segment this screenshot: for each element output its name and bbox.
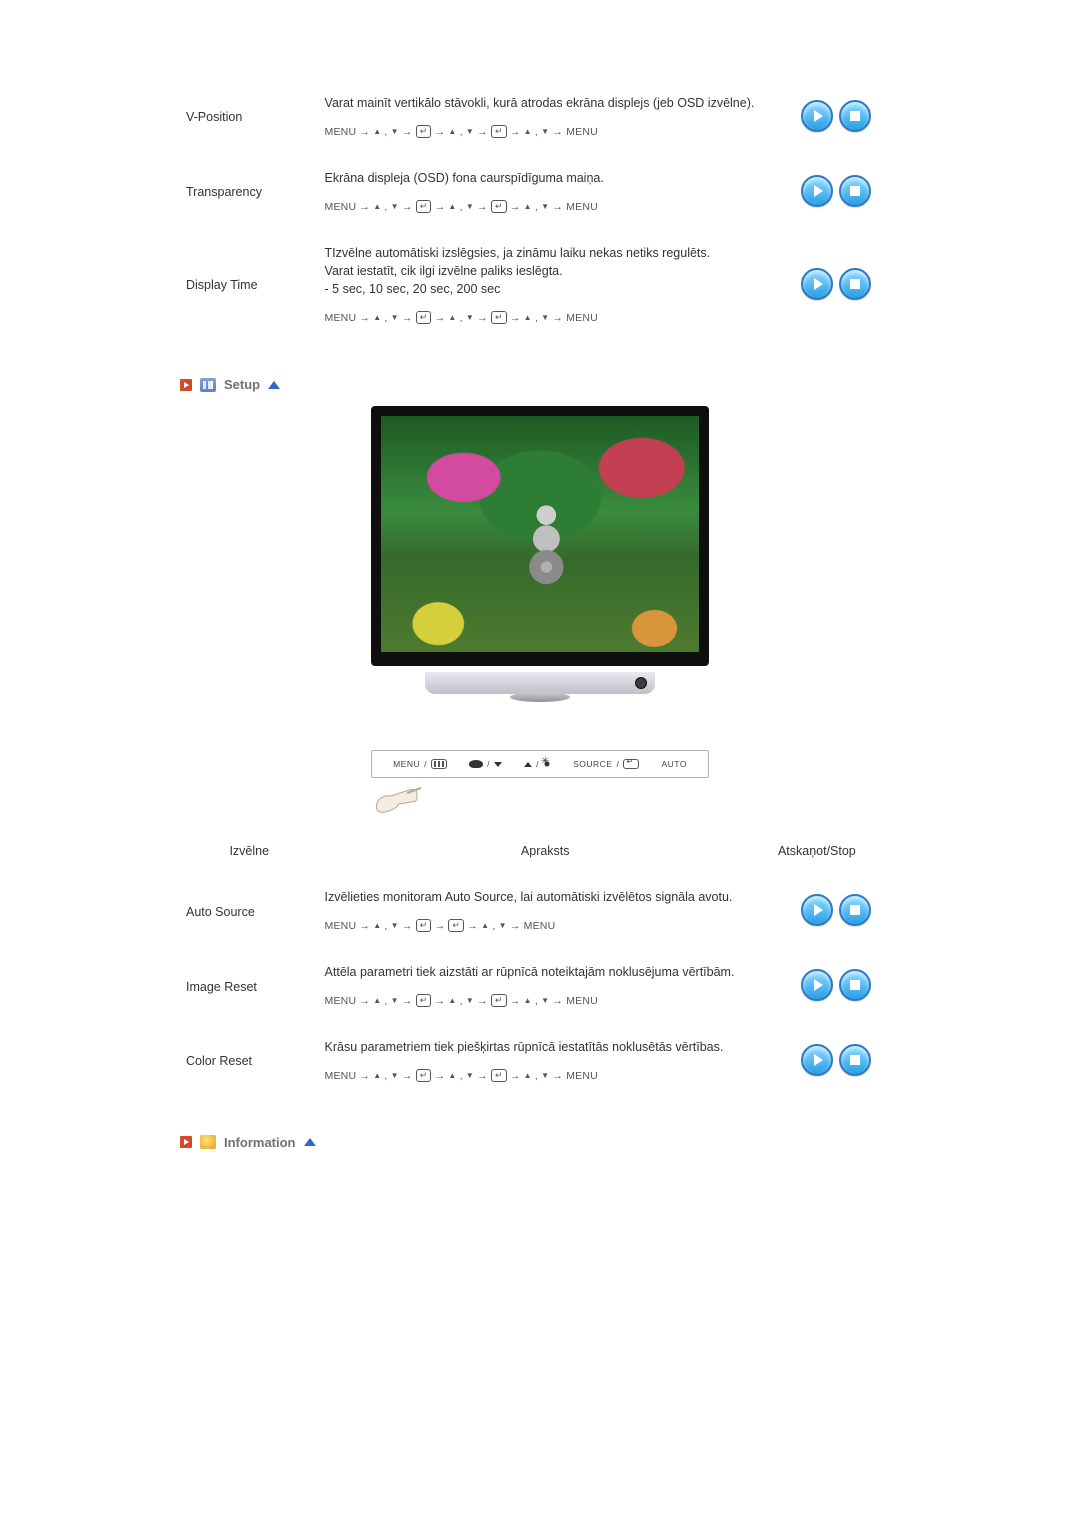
setting-row: V-Position Varat mainīt vertikālo stāvok… xyxy=(180,80,900,155)
setting-description: Izvēlieties monitoram Auto Source, lai a… xyxy=(319,874,772,949)
setting-description: Ekrāna displeja (OSD) fona caurspīdīguma… xyxy=(319,155,772,230)
pointing-hand-icon xyxy=(371,780,431,816)
play-button[interactable] xyxy=(801,894,833,926)
enter-icon xyxy=(623,759,639,769)
stop-button[interactable] xyxy=(839,100,871,132)
panel-menu[interactable]: MENU / xyxy=(393,759,447,769)
stop-button[interactable] xyxy=(839,268,871,300)
setting-description: TIzvēlne automātiski izslēgsies, ja zinā… xyxy=(319,230,772,341)
table-header-row: Izvēlne Apraksts Atskaņot/Stop xyxy=(180,828,900,874)
header-action: Atskaņot/Stop xyxy=(772,828,900,874)
osd-settings-table: V-Position Varat mainīt vertikālo stāvok… xyxy=(180,80,900,341)
bullet-icon xyxy=(180,379,192,391)
stop-button[interactable] xyxy=(839,969,871,1001)
play-button[interactable] xyxy=(801,175,833,207)
stop-button[interactable] xyxy=(839,1044,871,1076)
menu-path: MENU → ▲ , ▼ → ↵ → ↵ → ▲ , ▼ → MENU xyxy=(325,918,766,935)
triangle-down-icon xyxy=(494,762,502,767)
panel-contrast[interactable]: / xyxy=(469,759,502,769)
setting-row: Image Reset Attēla parametri tiek aizstā… xyxy=(180,949,900,1024)
menu-path: MENU → ▲ , ▼ → ↵ → ▲ , ▼ → ↵ → ▲ , ▼ → M… xyxy=(325,199,766,216)
setting-description: Krāsu parametriem tiek piešķirtas rūpnīc… xyxy=(319,1024,772,1099)
control-panel: MENU / / / SOURCE / AUTO xyxy=(371,750,709,778)
setting-description: Varat mainīt vertikālo stāvokli, kurā at… xyxy=(319,80,772,155)
setting-description: Attēla parametri tiek aizstāti ar rūpnīc… xyxy=(319,949,772,1024)
brightness-icon xyxy=(543,760,551,768)
setting-row: Auto Source Izvēlieties monitoram Auto S… xyxy=(180,874,900,949)
monitor-stand xyxy=(371,672,709,708)
setting-row: Color Reset Krāsu parametriem tiek piešķ… xyxy=(180,1024,900,1099)
setting-name: Transparency xyxy=(180,155,319,230)
setup-icon xyxy=(200,378,216,392)
triangle-up-icon xyxy=(524,762,532,767)
section-title: Setup xyxy=(224,377,260,392)
setting-name: V-Position xyxy=(180,80,319,155)
panel-auto[interactable]: AUTO xyxy=(661,759,686,769)
cloud-icon xyxy=(469,760,483,768)
play-button[interactable] xyxy=(801,1044,833,1076)
setting-name: Image Reset xyxy=(180,949,319,1024)
setting-name: Display Time xyxy=(180,230,319,341)
monitor-preview xyxy=(371,406,709,666)
header-menu: Izvēlne xyxy=(180,828,319,874)
setting-row: Display Time TIzvēlne automātiski izslēg… xyxy=(180,230,900,341)
menu-path: MENU → ▲ , ▼ → ↵ → ▲ , ▼ → ↵ → ▲ , ▼ → M… xyxy=(325,1068,766,1085)
play-button[interactable] xyxy=(801,268,833,300)
panel-brightness[interactable]: / xyxy=(524,759,551,769)
menu-path: MENU → ▲ , ▼ → ↵ → ▲ , ▼ → ↵ → ▲ , ▼ → M… xyxy=(325,310,766,327)
setting-name: Color Reset xyxy=(180,1024,319,1099)
menu-icon xyxy=(431,759,447,769)
setting-name: Auto Source xyxy=(180,874,319,949)
stop-button[interactable] xyxy=(839,175,871,207)
section-title: Information xyxy=(224,1135,296,1150)
collapse-arrow-icon[interactable] xyxy=(268,381,280,389)
panel-source[interactable]: SOURCE / xyxy=(573,759,639,769)
setup-settings-table: Izvēlne Apraksts Atskaņot/Stop Auto Sour… xyxy=(180,828,900,1099)
section-header-information: Information xyxy=(180,1135,900,1150)
bullet-icon xyxy=(180,1136,192,1148)
stop-button[interactable] xyxy=(839,894,871,926)
header-desc: Apraksts xyxy=(319,828,772,874)
collapse-arrow-icon[interactable] xyxy=(304,1138,316,1146)
information-icon xyxy=(200,1135,216,1149)
setting-row: Transparency Ekrāna displeja (OSD) fona … xyxy=(180,155,900,230)
section-header-setup: Setup xyxy=(180,377,900,392)
menu-path: MENU → ▲ , ▼ → ↵ → ▲ , ▼ → ↵ → ▲ , ▼ → M… xyxy=(325,124,766,141)
play-button[interactable] xyxy=(801,100,833,132)
play-button[interactable] xyxy=(801,969,833,1001)
menu-path: MENU → ▲ , ▼ → ↵ → ▲ , ▼ → ↵ → ▲ , ▼ → M… xyxy=(325,993,766,1010)
